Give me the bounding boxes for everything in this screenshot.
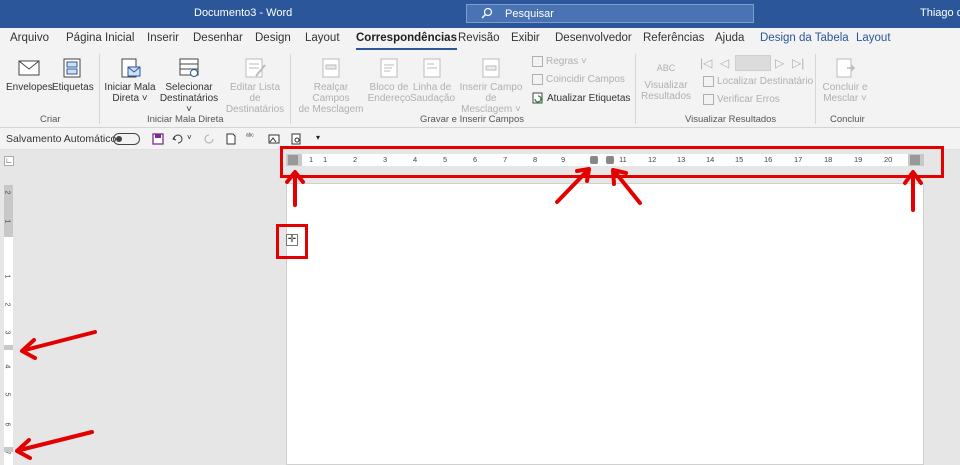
arrow-v-ruler-marker-2 <box>18 430 94 452</box>
annotation-arrows <box>15 167 923 460</box>
arrow-column-marker-1 <box>555 168 590 204</box>
arrow-column-marker-2 <box>613 170 642 205</box>
